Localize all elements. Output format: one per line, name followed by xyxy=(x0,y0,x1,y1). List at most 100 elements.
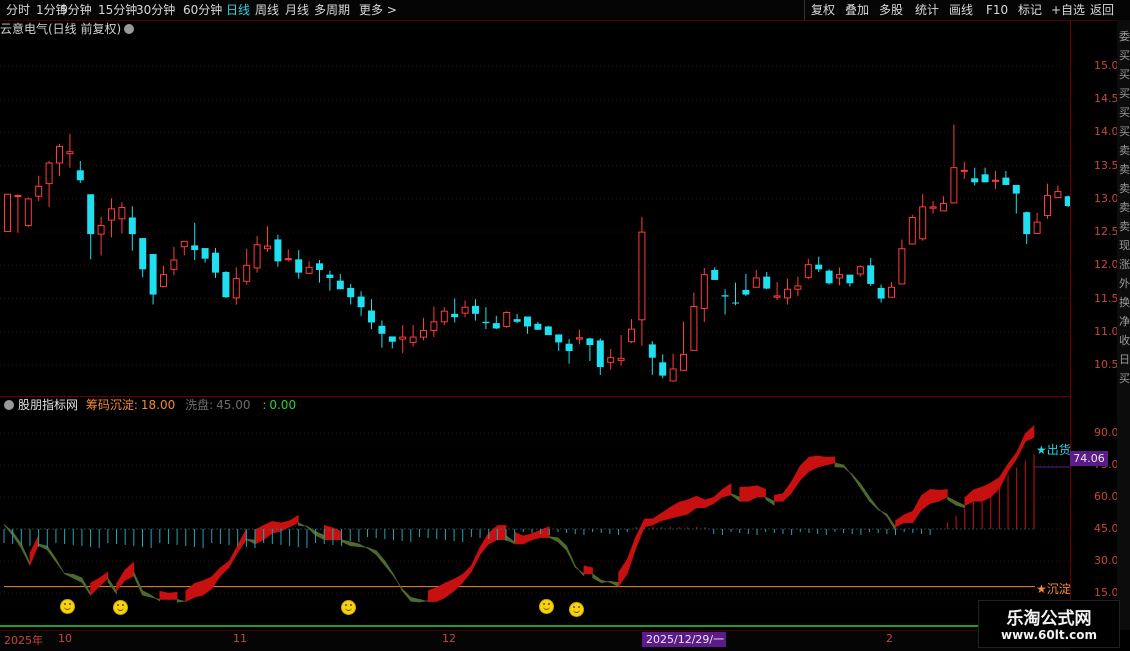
candle-body xyxy=(66,151,74,155)
indicator-band-segment xyxy=(843,464,853,477)
candle-body xyxy=(794,285,802,290)
indicator-band-segment xyxy=(929,488,940,504)
candle-body xyxy=(960,169,968,172)
indicator-band-segment xyxy=(12,530,22,550)
smiley-icon xyxy=(539,599,554,614)
candle-body xyxy=(763,276,771,289)
candle-body xyxy=(118,207,126,220)
order-book-label: 换 xyxy=(1119,296,1130,309)
candle-body xyxy=(617,357,625,361)
date-dec: 12 xyxy=(442,632,456,645)
indicator-band-segment xyxy=(903,510,914,523)
candle-body xyxy=(180,240,188,248)
indicator-band-segment xyxy=(367,547,377,556)
order-book-label: 卖 xyxy=(1119,182,1130,195)
candle-body xyxy=(212,252,219,273)
indicator-band-segment xyxy=(436,582,446,603)
indicator-band-segment xyxy=(834,462,844,468)
date-nov: 11 xyxy=(233,632,247,645)
indicator-band-segment xyxy=(644,518,654,528)
indicator-band-segment xyxy=(722,483,732,498)
order-book-label: 卖 xyxy=(1119,163,1130,176)
indicator-band-segment xyxy=(877,507,888,518)
indicator-band-segment xyxy=(280,520,290,532)
indicator-band-segment xyxy=(540,526,550,538)
candle-body xyxy=(97,224,105,235)
indicator-band-segment xyxy=(990,476,1000,498)
candle-body xyxy=(295,259,303,273)
indicator-band-segment xyxy=(410,596,420,603)
candle-body xyxy=(1044,195,1051,216)
indicator-band-segment xyxy=(947,496,957,506)
candle-body xyxy=(981,174,989,183)
indicator-band-segment xyxy=(670,501,680,519)
indicator-band-segment xyxy=(505,534,515,545)
order-book-label: 买 xyxy=(1119,125,1130,138)
candle-body xyxy=(503,312,511,327)
back-button[interactable]: 返回 xyxy=(1090,1,1114,19)
candle-body xyxy=(440,310,448,323)
candle-body xyxy=(347,287,355,298)
date-oct: 10 xyxy=(58,632,72,645)
order-book-label: 买 xyxy=(1119,106,1130,119)
candle-body xyxy=(804,264,812,278)
candle-body xyxy=(482,321,490,324)
candle-body xyxy=(919,206,927,240)
indicator-band-segment xyxy=(774,493,784,502)
candle-body xyxy=(305,266,313,274)
indicator-band-segment xyxy=(220,560,230,577)
order-book-label: 日 xyxy=(1119,353,1130,366)
indicator-band-segment xyxy=(566,545,576,568)
smiley-icon xyxy=(113,600,128,615)
indicator-band-segment xyxy=(332,527,342,540)
indicator-band-segment xyxy=(739,486,749,502)
candle-body xyxy=(576,337,583,340)
candle-body xyxy=(846,274,854,284)
indicator-band-segment xyxy=(150,594,161,602)
candle-body xyxy=(160,274,167,288)
indicator-label-settle: 筹码沉淀: xyxy=(85,398,138,412)
candle-body xyxy=(492,323,500,329)
candle-body xyxy=(14,195,22,198)
indicator-band-segment xyxy=(964,489,974,507)
indicator-band-segment xyxy=(808,455,818,472)
chevron-down-icon[interactable] xyxy=(4,400,14,410)
indicator-band-segment xyxy=(211,566,221,590)
indicator-band-segment xyxy=(38,543,48,551)
indicator-band-segment xyxy=(46,545,57,563)
price-axis-border xyxy=(1070,20,1071,630)
candle-body xyxy=(992,179,999,182)
indicator-band-segment xyxy=(955,500,966,509)
indicator-band-segment xyxy=(142,590,152,598)
indicator-band-segment xyxy=(272,521,282,534)
candle-body xyxy=(690,306,698,351)
candle-body xyxy=(1054,191,1062,199)
indicator-band-segment xyxy=(445,578,455,598)
indicator-band-segment xyxy=(635,518,645,549)
tag-settle: ★沉淀 xyxy=(1036,582,1071,596)
indicator-band-segment xyxy=(531,529,541,541)
candle-body xyxy=(534,323,542,330)
indicator-band-segment xyxy=(116,568,126,592)
indicator-band-segment xyxy=(237,528,247,554)
indicator-band-segment xyxy=(497,525,507,540)
indicator-band-segment xyxy=(419,599,429,603)
indicator-band-segment xyxy=(21,543,31,566)
indicator-band-segment xyxy=(488,525,498,545)
indicator-band-segment xyxy=(800,456,810,481)
kline-chart[interactable] xyxy=(0,0,1070,650)
indicator-band-segment xyxy=(860,483,870,503)
indicator-band-segment xyxy=(393,574,403,591)
indicator-band-segment xyxy=(661,506,671,521)
watermark-title: 乐淘公式网 xyxy=(1006,609,1092,629)
candle-body xyxy=(76,170,84,181)
candle-body xyxy=(45,162,53,185)
candle-body xyxy=(513,319,521,322)
candle-body xyxy=(461,306,469,314)
indicator-band-segment xyxy=(479,531,490,556)
indicator-value-3: 0.00 xyxy=(269,398,297,412)
candle-body xyxy=(659,362,667,376)
candle-body xyxy=(784,288,791,299)
indicator-band-segment xyxy=(678,499,689,517)
indicator-band-segment xyxy=(999,462,1009,489)
